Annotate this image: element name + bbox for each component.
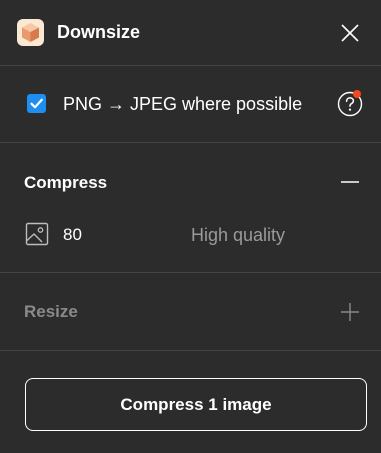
app-title: Downsize (57, 22, 141, 42)
compress-divider (0, 272, 381, 273)
downsize-panel: Downsize PNG → JPEG where possible Compr… (0, 0, 381, 453)
quality-input[interactable] (63, 224, 173, 246)
notification-dot (353, 90, 361, 98)
plus-icon (341, 303, 359, 321)
option-divider (0, 142, 381, 143)
png-to-jpeg-checkbox[interactable] (27, 94, 46, 113)
compress-button[interactable]: Compress 1 image (25, 378, 367, 431)
panel-header: Downsize (0, 0, 381, 65)
compress-collapse-button[interactable] (339, 172, 361, 194)
minus-icon (341, 181, 359, 183)
image-icon (25, 222, 49, 246)
checkmark-icon (30, 98, 43, 109)
resize-divider (0, 350, 381, 351)
compress-section-title: Compress (24, 173, 108, 192)
close-button[interactable] (337, 20, 363, 46)
png-to-jpeg-option: PNG → JPEG where possible (0, 66, 381, 142)
box-icon (17, 19, 44, 46)
resize-section-title[interactable]: Resize (24, 302, 78, 322)
quality-label: High quality (191, 225, 286, 245)
resize-expand-button[interactable] (339, 301, 361, 323)
close-icon (341, 24, 359, 42)
png-to-jpeg-label: PNG → JPEG where possible (63, 94, 303, 114)
